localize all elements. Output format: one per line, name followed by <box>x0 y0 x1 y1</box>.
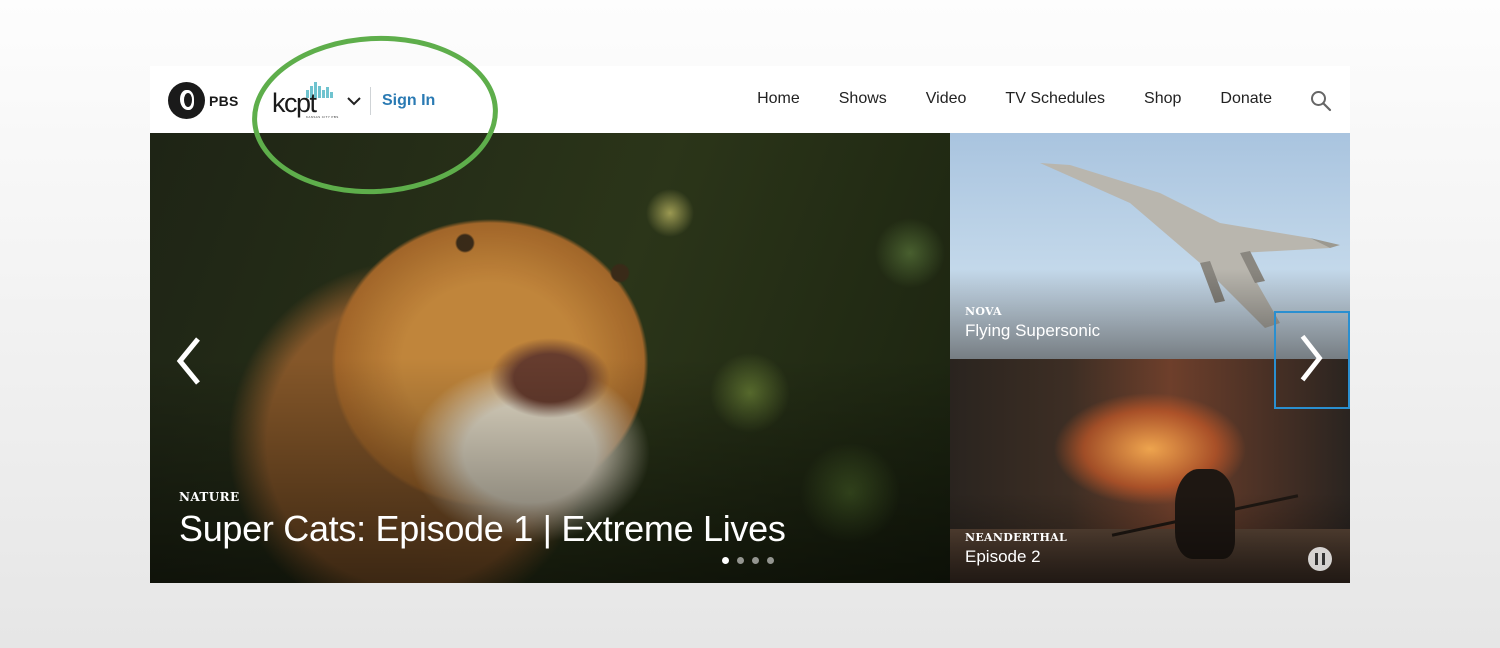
station-selector: kcpt KANSAS CITY PBS Sign In <box>272 82 435 120</box>
hero-title[interactable]: Super Cats: Episode 1 | Extreme Lives <box>179 508 786 550</box>
pause-icon <box>1315 553 1318 565</box>
tile-title[interactable]: Flying Supersonic <box>965 321 1100 341</box>
station-logo-subtext: KANSAS CITY PBS <box>306 115 339 119</box>
tile-show-name[interactable]: NEANDERTHAL <box>965 531 1067 544</box>
nav-item-donate[interactable]: Donate <box>1220 90 1272 108</box>
chevron-left-icon <box>176 337 200 385</box>
pbs-site: PBS kcpt KANSAS CITY PBS Sign In Home Sh… <box>150 29 1350 583</box>
chevron-down-icon[interactable] <box>347 94 361 108</box>
carousel-dots <box>722 557 774 564</box>
next-slide-button[interactable] <box>1274 311 1350 409</box>
nav-item-home[interactable]: Home <box>757 90 800 108</box>
pause-button[interactable] <box>1308 547 1332 571</box>
nav-item-shop[interactable]: Shop <box>1144 90 1181 108</box>
nav-item-tv-schedules[interactable]: TV Schedules <box>1005 90 1105 108</box>
chevron-right-icon <box>1300 334 1323 382</box>
carousel-dot[interactable] <box>752 557 759 564</box>
nav-item-shows[interactable]: Shows <box>839 90 887 108</box>
divider <box>370 87 371 115</box>
nav-item-video[interactable]: Video <box>926 90 967 108</box>
station-logo[interactable]: kcpt KANSAS CITY PBS <box>272 82 338 120</box>
pbs-logo[interactable]: PBS <box>168 82 239 119</box>
pbs-logo-text: PBS <box>209 92 239 109</box>
search-button[interactable] <box>1310 90 1332 112</box>
carousel-dot[interactable] <box>767 557 774 564</box>
sign-in-button[interactable]: Sign In <box>382 92 435 110</box>
search-icon <box>1311 91 1332 112</box>
main-nav: Home Shows Video TV Schedules Shop Donat… <box>757 90 1272 108</box>
hero-show-name[interactable]: NATURE <box>179 490 240 504</box>
carousel-dot[interactable] <box>737 557 744 564</box>
tile-show-name[interactable]: NOVA <box>965 305 1002 318</box>
previous-slide-button[interactable] <box>168 333 208 389</box>
pbs-head-icon <box>168 82 205 119</box>
site-header: PBS kcpt KANSAS CITY PBS Sign In Home Sh… <box>150 66 1350 133</box>
tile-title[interactable]: Episode 2 <box>965 547 1041 567</box>
hero-slide[interactable]: NATURE Super Cats: Episode 1 | Extreme L… <box>150 133 950 583</box>
carousel-dot[interactable] <box>722 557 729 564</box>
